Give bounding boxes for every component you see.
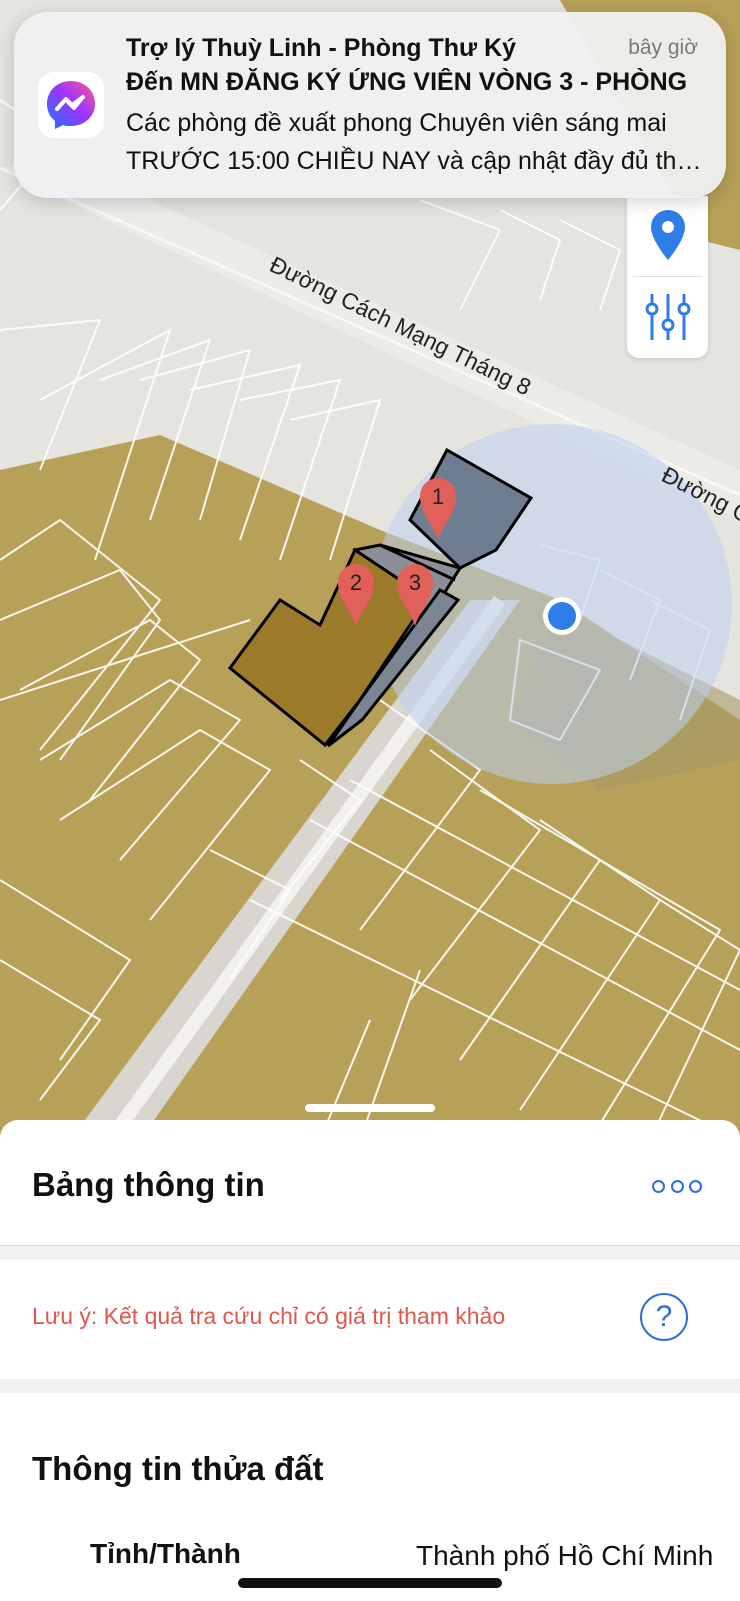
notification-subtitle: Đến MN ĐĂNG KÝ ỨNG VIÊN VÒNG 3 - PHÒNG [126, 68, 688, 96]
note-row: Lưu ý: Kết quả tra cứu chỉ có giá trị th… [0, 1259, 740, 1379]
sheet-title: Bảng thông tin [32, 1166, 265, 1203]
sliders-icon [645, 294, 690, 340]
notification-body-line: TRƯỚC 15:00 CHIỀU NAY và cập nhật đầy đủ… [126, 147, 711, 175]
notification-title: Trợ lý Thuỳ Linh - Phòng Thư Ký [126, 34, 517, 62]
province-value: Thành phố Hồ Chí Minh [416, 1540, 714, 1571]
more-icon[interactable] [652, 1174, 702, 1198]
divider [0, 1379, 740, 1393]
sheet-grabber[interactable] [305, 1104, 435, 1112]
notification-body: Các phòng đề xuất phong Chuyên viên sáng… [126, 104, 711, 180]
sheet-header: Bảng thông tin [0, 1120, 740, 1245]
filter-button[interactable] [627, 277, 708, 357]
notification-time: bây giờ [628, 36, 698, 59]
province-label: Tỉnh/Thành [90, 1538, 241, 1569]
map-tools-panel [627, 196, 708, 358]
divider [0, 1245, 740, 1260]
help-icon[interactable]: ? [640, 1293, 688, 1341]
notification-body-line: Các phòng đề xuất phong Chuyên viên sáng… [126, 109, 667, 137]
section-title: Thông tin thửa đất [32, 1450, 324, 1487]
messenger-icon [38, 72, 104, 138]
locate-button[interactable] [627, 196, 708, 276]
marker-label: 1 [432, 484, 444, 509]
notification-banner[interactable]: Trợ lý Thuỳ Linh - Phòng Thư Ký bây giờ … [14, 12, 726, 198]
location-pin-icon [650, 210, 685, 260]
marker-label: 2 [350, 570, 362, 595]
home-indicator[interactable] [238, 1578, 502, 1588]
info-sheet: Bảng thông tin Lưu ý: Kết quả tra cứu ch… [0, 1120, 740, 1601]
marker-label: 3 [409, 570, 421, 595]
disclaimer-note: Lưu ý: Kết quả tra cứu chỉ có giá trị th… [32, 1303, 506, 1329]
